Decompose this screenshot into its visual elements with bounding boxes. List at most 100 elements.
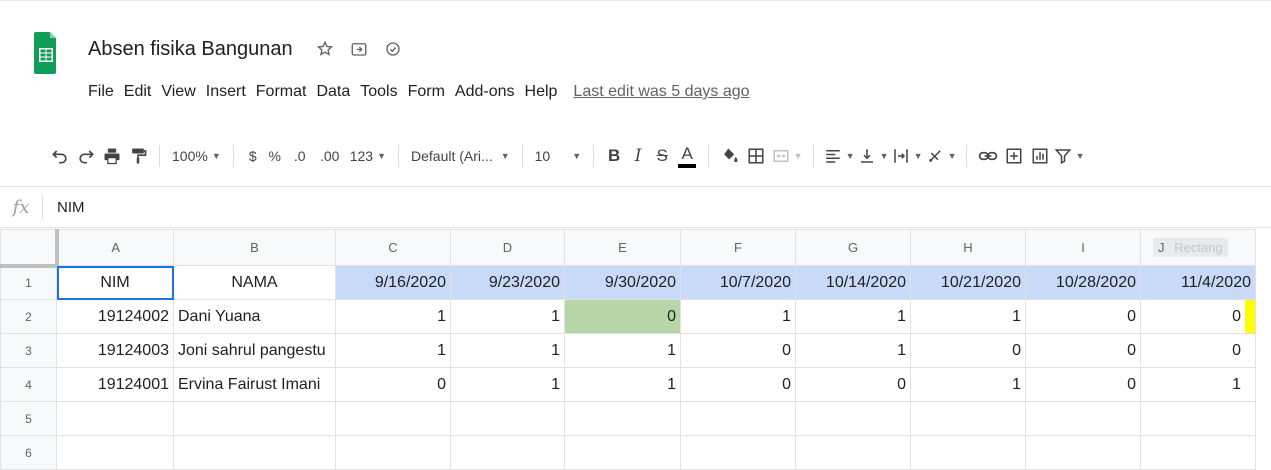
empty-cell[interactable] — [1025, 401, 1141, 436]
cell-i2[interactable]: 0 — [1025, 299, 1141, 334]
insert-chart-icon[interactable] — [1027, 141, 1053, 171]
menu-view[interactable]: View — [161, 83, 195, 101]
redo-icon[interactable] — [73, 141, 99, 171]
column-header-a[interactable]: A — [56, 229, 174, 266]
vertical-align-icon[interactable]: ▼ — [856, 141, 890, 171]
bold-button[interactable]: B — [602, 141, 626, 171]
text-wrapping-icon[interactable]: ▼ — [890, 141, 924, 171]
cell-a1[interactable]: NIM — [56, 265, 174, 300]
cell-b4[interactable]: Ervina Fairust Imani — [173, 367, 336, 402]
cell-h2[interactable]: 1 — [910, 299, 1026, 334]
cell-h4[interactable]: 1 — [910, 367, 1026, 402]
menu-data[interactable]: Data — [316, 83, 350, 101]
column-header-g[interactable]: G — [795, 229, 911, 266]
menu-tools[interactable]: Tools — [360, 83, 397, 101]
cell-e2[interactable]: 0 — [564, 299, 681, 334]
font-size-select[interactable]: 10 ▼ — [531, 141, 586, 171]
cell-i1[interactable]: 10/28/2020 — [1025, 265, 1141, 300]
star-icon[interactable] — [315, 39, 335, 59]
currency-format-button[interactable]: $ — [242, 141, 264, 171]
select-all-corner[interactable] — [0, 229, 59, 268]
insert-link-icon[interactable] — [975, 141, 1001, 171]
row-header-5[interactable]: 5 — [0, 401, 57, 436]
cell-e3[interactable]: 1 — [564, 333, 681, 368]
column-header-d[interactable]: D — [450, 229, 565, 266]
cell-c4[interactable]: 0 — [335, 367, 451, 402]
cell-h1[interactable]: 10/21/2020 — [910, 265, 1026, 300]
row-header-1[interactable]: 1 — [0, 265, 57, 300]
cell-j4[interactable]: 1 — [1140, 367, 1256, 402]
undo-icon[interactable] — [47, 141, 73, 171]
cell-b2[interactable]: Dani Yuana — [173, 299, 336, 334]
sheets-logo-icon[interactable] — [34, 28, 58, 76]
merge-cells-icon[interactable]: ▼ — [769, 141, 805, 171]
zoom-select[interactable]: 100% ▼ — [168, 141, 225, 171]
menu-add-ons[interactable]: Add-ons — [455, 83, 515, 101]
menu-form[interactable]: Form — [408, 83, 445, 101]
empty-cell[interactable] — [910, 435, 1026, 470]
formula-input[interactable]: NIM — [57, 199, 85, 216]
cell-e4[interactable]: 1 — [564, 367, 681, 402]
decrease-decimal-button[interactable]: .0 — [286, 141, 314, 171]
row-header-6[interactable]: 6 — [0, 435, 57, 470]
italic-button[interactable]: I — [626, 141, 650, 171]
empty-cell[interactable] — [680, 435, 796, 470]
last-edit-link[interactable]: Last edit was 5 days ago — [573, 83, 749, 101]
borders-icon[interactable] — [743, 141, 769, 171]
cell-g1[interactable]: 10/14/2020 — [795, 265, 911, 300]
cell-j3[interactable]: 0 — [1140, 333, 1256, 368]
cell-d2[interactable]: 1 — [450, 299, 565, 334]
cell-c3[interactable]: 1 — [335, 333, 451, 368]
row-header-2[interactable]: 2 — [0, 299, 57, 334]
document-title[interactable]: Absen fisika Bangunan — [88, 38, 293, 61]
cell-g3[interactable]: 1 — [795, 333, 911, 368]
row-header-3[interactable]: 3 — [0, 333, 57, 368]
column-header-j[interactable]: J Rectang — [1140, 229, 1256, 266]
cell-g2[interactable]: 1 — [795, 299, 911, 334]
empty-cell[interactable] — [335, 401, 451, 436]
empty-cell[interactable] — [173, 401, 336, 436]
empty-cell[interactable] — [335, 435, 451, 470]
empty-cell[interactable] — [1140, 401, 1256, 436]
insert-comment-icon[interactable] — [1001, 141, 1027, 171]
fill-color-icon[interactable] — [717, 141, 743, 171]
empty-cell[interactable] — [56, 435, 174, 470]
more-formats-button[interactable]: 123 ▼ — [346, 141, 390, 171]
empty-cell[interactable] — [450, 401, 565, 436]
column-header-f[interactable]: F — [680, 229, 796, 266]
cell-j1[interactable]: 11/4/2020 — [1140, 265, 1256, 300]
text-color-button[interactable]: A — [674, 141, 700, 171]
empty-cell[interactable] — [56, 401, 174, 436]
column-header-b[interactable]: B — [173, 229, 336, 266]
filter-icon[interactable]: ▼ — [1053, 141, 1085, 171]
menu-insert[interactable]: Insert — [206, 83, 246, 101]
empty-cell[interactable] — [173, 435, 336, 470]
cell-f2[interactable]: 1 — [680, 299, 796, 334]
cell-j2[interactable]: 0 — [1140, 299, 1256, 334]
increase-decimal-button[interactable]: .00 — [314, 141, 346, 171]
menu-file[interactable]: File — [88, 83, 114, 101]
cell-a2[interactable]: 19124002 — [56, 299, 174, 334]
cell-c1[interactable]: 9/16/2020 — [335, 265, 451, 300]
cell-g4[interactable]: 0 — [795, 367, 911, 402]
strikethrough-button[interactable]: S — [650, 141, 674, 171]
empty-cell[interactable] — [910, 401, 1026, 436]
cell-i3[interactable]: 0 — [1025, 333, 1141, 368]
cell-d1[interactable]: 9/23/2020 — [450, 265, 565, 300]
cell-b3[interactable]: Joni sahrul pangestu — [173, 333, 336, 368]
cell-c2[interactable]: 1 — [335, 299, 451, 334]
horizontal-align-icon[interactable]: ▼ — [822, 141, 856, 171]
column-header-i[interactable]: I — [1025, 229, 1141, 266]
column-header-c[interactable]: C — [335, 229, 451, 266]
empty-cell[interactable] — [795, 435, 911, 470]
menu-format[interactable]: Format — [256, 83, 307, 101]
cell-f1[interactable]: 10/7/2020 — [680, 265, 796, 300]
cloud-status-icon[interactable] — [383, 39, 403, 59]
empty-cell[interactable] — [1025, 435, 1141, 470]
cell-f3[interactable]: 0 — [680, 333, 796, 368]
text-rotation-icon[interactable]: ▼ — [924, 141, 958, 171]
empty-cell[interactable] — [564, 435, 681, 470]
move-to-folder-icon[interactable] — [349, 39, 369, 59]
cell-i4[interactable]: 0 — [1025, 367, 1141, 402]
column-header-e[interactable]: E — [564, 229, 681, 266]
